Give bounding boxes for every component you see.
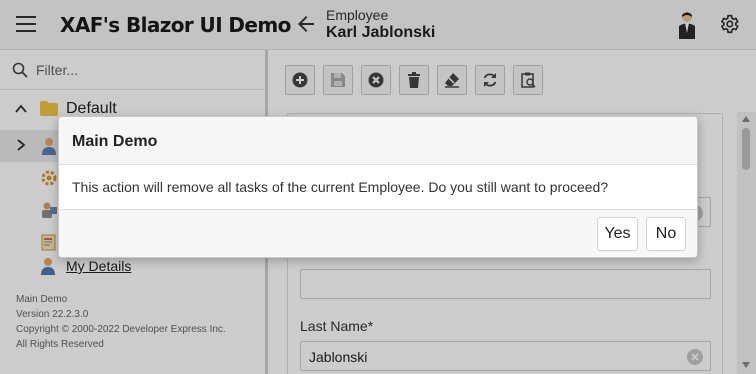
dialog-title: Main Demo: [72, 133, 158, 150]
confirmation-dialog: Main Demo This action will remove all ta…: [58, 116, 698, 258]
no-button[interactable]: No: [646, 217, 686, 251]
dialog-message: This action will remove all tasks of the…: [72, 179, 609, 195]
dialog-header: Main Demo: [59, 117, 697, 165]
dialog-footer: Yes No: [59, 209, 697, 257]
yes-button[interactable]: Yes: [597, 217, 638, 251]
